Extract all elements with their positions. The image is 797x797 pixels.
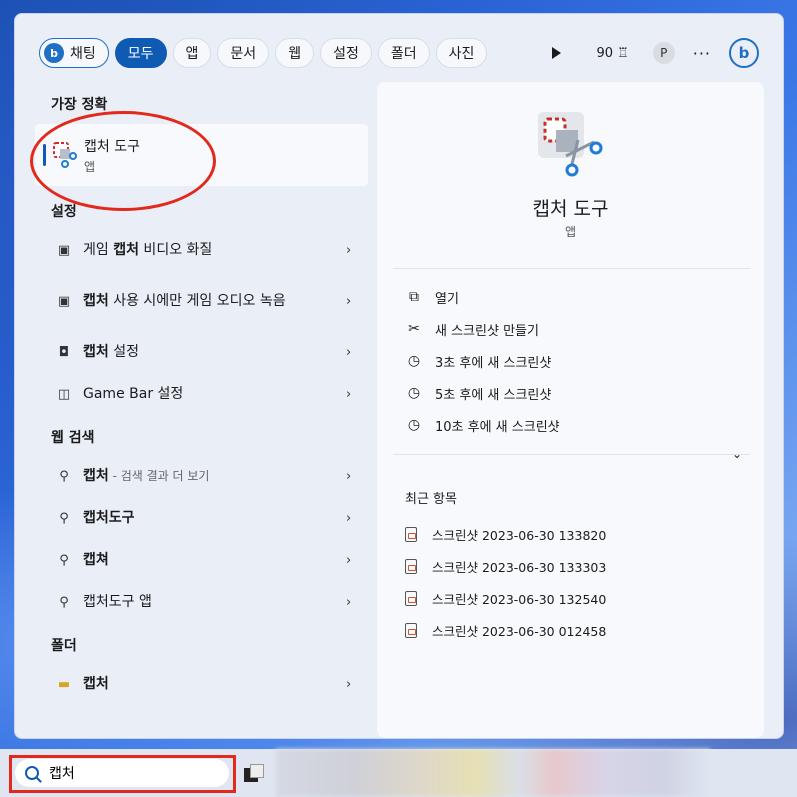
web-result-label: 캡쳐	[83, 551, 109, 568]
preview-pane: 캡처 도구 앱 ⧉ 열기 ✂ 새 스크린샷 만들기 ◷ 3초 후에 새 스크린샷…	[377, 82, 764, 738]
annotation-highlight-box	[9, 755, 236, 793]
chevron-right-icon: ›	[346, 344, 352, 360]
tab-chat[interactable]: b 채팅	[39, 38, 109, 68]
image-file-icon	[405, 622, 417, 638]
recent-item-label: 스크린샷 2023-06-30 132540	[432, 591, 607, 607]
tab-documents[interactable]: 문서	[217, 38, 270, 68]
bing-chat-icon: b	[44, 43, 64, 63]
search-icon: ⚲	[59, 552, 69, 568]
timer-3-icon: ◷	[407, 353, 421, 369]
chevron-right-icon: ›	[346, 552, 352, 568]
settings-item-label: Game Bar 설정	[83, 385, 184, 402]
chevron-right-icon: ›	[346, 386, 352, 402]
web-result-item[interactable]: ⚲ 캡처도구 ›	[35, 500, 368, 536]
web-result-item[interactable]: ⚲ 캡쳐 ›	[35, 542, 368, 578]
tab-settings[interactable]: 설정	[320, 38, 372, 68]
chevron-right-icon: ›	[346, 510, 352, 526]
image-file-icon	[405, 526, 417, 542]
play-icon[interactable]	[551, 47, 561, 59]
bing-icon[interactable]: b	[729, 38, 759, 68]
annotation-ellipse	[30, 111, 216, 211]
web-result-item[interactable]: ⚲ 캡처 - 검색 결과 더 보기 ›	[35, 458, 368, 494]
more-icon[interactable]: ···	[693, 44, 711, 63]
tab-web[interactable]: 웹	[275, 38, 315, 68]
preview-app-title: 캡처 도구	[532, 198, 609, 220]
recent-item-label: 스크린샷 2023-06-30 133303	[432, 559, 607, 575]
chevron-right-icon: ›	[346, 676, 352, 692]
capture-settings-icon: ▣	[57, 293, 71, 309]
settings-item-label: 게임 캡처 비디오 화질	[83, 241, 213, 258]
gamepad-icon: ◘	[58, 344, 70, 360]
game-bar-icon: ◫	[57, 386, 71, 402]
recent-item[interactable]: 스크린샷 2023-06-30 012458	[405, 617, 606, 643]
settings-item-capture-game-audio[interactable]: ▣ 캡처 사용 시에만 게임 오디오 녹음 ›	[35, 276, 368, 326]
action-label: 열기	[435, 291, 459, 307]
avatar[interactable]: P	[652, 42, 675, 64]
action-label: 5초 후에 새 스크린샷	[435, 387, 552, 403]
action-new-screenshot[interactable]: ✂ 새 스크린샷 만들기	[405, 316, 539, 342]
folders-heading: 폴더	[51, 638, 77, 654]
timer-10-icon: ◷	[407, 417, 421, 433]
filter-tabs: b 채팅 모두 앱 문서 웹 설정 폴더 사진	[39, 38, 488, 68]
open-external-icon: ⧉	[409, 289, 419, 305]
web-search-heading: 웹 검색	[51, 430, 95, 446]
search-icon: ⚲	[59, 510, 69, 526]
action-open[interactable]: ⧉ 열기	[405, 284, 459, 310]
chevron-right-icon: ›	[346, 468, 352, 484]
tab-all[interactable]: 모두	[114, 38, 167, 68]
settings-item-game-bar[interactable]: ◫ Game Bar 설정 ›	[35, 376, 368, 412]
web-result-item[interactable]: ⚲ 캡처도구 앱 ›	[35, 584, 368, 620]
tab-apps[interactable]: 앱	[172, 38, 212, 68]
web-result-label: 캡처도구 앱	[83, 593, 152, 610]
folder-icon: ▬	[57, 676, 71, 692]
timer-5-icon: ◷	[407, 385, 421, 401]
chevron-right-icon: ›	[346, 293, 352, 309]
web-result-label: 캡처도구	[83, 509, 135, 526]
rewards-points[interactable]: 90 ♖	[597, 46, 629, 61]
chevron-right-icon: ›	[346, 594, 352, 610]
preview-app-subtitle: 앱	[564, 225, 577, 239]
action-label: 10초 후에 새 스크린샷	[435, 419, 560, 435]
settings-item-capture-settings[interactable]: ◘ 캡처 설정 ›	[35, 334, 368, 370]
folder-item[interactable]: ▬ 캡처 ›	[35, 666, 368, 702]
search-icon: ⚲	[59, 468, 69, 484]
web-result-label: 캡처 - 검색 결과 더 보기	[83, 467, 210, 484]
points-value: 90	[596, 45, 614, 61]
action-screenshot-5s[interactable]: ◷ 5초 후에 새 스크린샷	[405, 380, 551, 406]
tab-photos[interactable]: 사진	[435, 38, 488, 68]
folder-item-label: 캡처	[83, 675, 109, 692]
action-label: 3초 후에 새 스크린샷	[435, 355, 552, 371]
settings-item-capture-video-quality[interactable]: ▣ 게임 캡처 비디오 화질 ›	[35, 232, 368, 268]
best-match-heading: 가장 정확	[51, 97, 108, 113]
settings-item-label: 캡처 설정	[83, 343, 139, 360]
divider	[393, 454, 750, 455]
taskbar-apps-blurred	[276, 749, 710, 797]
chevron-down-icon[interactable]: ⌄	[732, 447, 742, 461]
image-file-icon	[405, 558, 417, 574]
top-right-controls: 90 ♖ P ··· b	[551, 36, 759, 70]
recent-item[interactable]: 스크린샷 2023-06-30 133820	[405, 521, 606, 547]
image-file-icon	[405, 590, 417, 606]
chevron-right-icon: ›	[346, 242, 352, 258]
recent-item[interactable]: 스크린샷 2023-06-30 133303	[405, 553, 606, 579]
snip-new-icon: ✂	[408, 321, 420, 337]
divider	[393, 268, 750, 269]
recent-heading: 최근 항목	[405, 492, 457, 507]
settings-heading: 설정	[51, 204, 77, 220]
recent-item-label: 스크린샷 2023-06-30 133820	[432, 527, 607, 543]
capture-settings-icon: ▣	[57, 242, 71, 258]
trophy-icon: ♖	[617, 45, 629, 61]
action-screenshot-10s[interactable]: ◷ 10초 후에 새 스크린샷	[405, 412, 560, 438]
search-icon: ⚲	[59, 594, 69, 610]
action-screenshot-3s[interactable]: ◷ 3초 후에 새 스크린샷	[405, 348, 551, 374]
recent-item-label: 스크린샷 2023-06-30 012458	[432, 623, 607, 639]
snipping-tool-icon	[538, 112, 603, 177]
settings-item-label: 캡처 사용 시에만 게임 오디오 녹음	[83, 292, 286, 309]
tab-folders[interactable]: 폴더	[377, 38, 430, 68]
action-label: 새 스크린샷 만들기	[435, 323, 539, 339]
recent-item[interactable]: 스크린샷 2023-06-30 132540	[405, 585, 606, 611]
task-view-icon[interactable]	[244, 764, 266, 782]
tab-chat-label: 채팅	[70, 46, 96, 62]
